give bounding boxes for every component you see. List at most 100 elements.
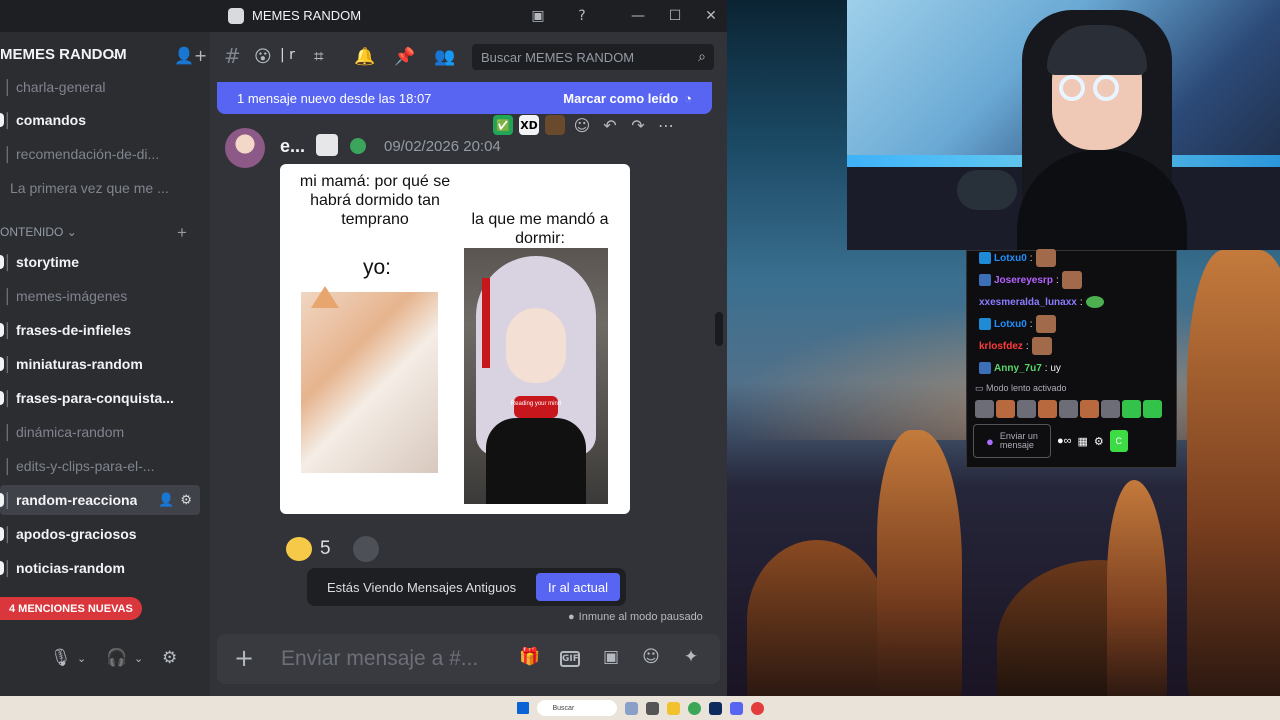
new-messages-bar[interactable]: 1 mensaje nuevo desde las 18:07 Marcar c… [217,82,712,114]
channel-item[interactable]: │ frases-de-infieles [0,315,200,345]
quick-reaction-emote[interactable] [545,115,565,135]
file-explorer-icon[interactable] [666,701,680,715]
gif-icon[interactable]: GIF [560,651,580,667]
emote-icon [1035,249,1056,267]
chevron-down-icon[interactable]: ⌄ [134,652,143,665]
channel-hash-icon: │ [3,322,13,338]
app-icon[interactable] [645,701,659,715]
chat-line: Anny_7u7 : uy [967,357,1176,379]
quick-reaction-xd[interactable]: XD [519,115,539,135]
scrollbar-thumb[interactable] [715,312,723,346]
emote-icon[interactable] [996,400,1015,418]
emote-icon[interactable] [1038,400,1057,418]
chat-line: krlosfdez : [967,335,1176,357]
avatar[interactable] [225,128,265,168]
thread-item[interactable]: La primera vez que me ... [0,173,200,203]
channel-item[interactable]: │ charla-general [0,72,200,102]
channel-item[interactable]: │ storytime [0,247,200,277]
maximize-button[interactable]: ☐ [665,6,685,26]
gift-icon[interactable]: 🎁 [519,647,541,667]
chat-text: : [1029,318,1033,330]
jump-to-present-button[interactable]: Ir al actual [536,573,620,601]
sticker-icon[interactable]: ▣ [600,647,622,667]
channel-item[interactable]: │ apodos-graciosos [0,519,200,549]
chevron-down-icon[interactable]: ⌄ [77,652,86,665]
search-input[interactable]: Buscar MEMES RANDOM ⌕ [472,44,714,70]
new-mentions-pill[interactable]: 4 MENCIONES NUEVAS [0,597,142,620]
emoji-icon[interactable]: ☺ [640,647,662,667]
app-icon[interactable] [750,701,764,715]
inbox-icon[interactable]: ▣ [528,6,548,26]
emote-picker-row[interactable] [967,400,1176,418]
windows-start-icon[interactable] [516,702,529,714]
chat-send-button[interactable]: C [1109,430,1128,452]
channel-item[interactable]: │ edits-y-clips-para-el-... [0,451,200,481]
taskbar-search[interactable]: Buscar [536,700,617,716]
channel-hash-icon: │ [3,390,13,406]
chat-input[interactable]: ● Enviar un mensaje [973,424,1051,458]
more-options-icon[interactable]: ⋯ [655,116,677,135]
emote-icon[interactable] [1122,400,1141,418]
forward-icon[interactable]: ↷ [627,116,649,135]
pin-icon[interactable]: 📌 [394,47,415,67]
invite-icon[interactable]: 👤 [158,492,174,508]
store-icon[interactable]: ▦ [1078,435,1088,448]
server-name[interactable]: MEMES RANDOM [0,46,127,63]
emote-icon[interactable] [1101,400,1120,418]
channel-name: frases-para-conquista... [16,390,174,406]
threads-icon[interactable]: ⌗ [314,47,324,67]
upload-plus-icon[interactable]: + [234,644,254,672]
help-icon[interactable]: ? [572,6,592,26]
bits-icon[interactable]: ●∞ [1057,435,1072,447]
chevron-down-icon[interactable]: ⌄ [110,48,119,61]
settings-icon[interactable]: ⚙ [1094,435,1104,448]
channel-hash-icon: │ [3,424,13,440]
reply-icon[interactable]: ↶ [599,116,621,135]
discord-taskbar-icon[interactable] [729,701,743,715]
add-reaction-icon[interactable]: ☺ [571,116,593,135]
glasses-lens [1059,75,1085,101]
stream-chat-overlay: Lotxu0 : Josereyesrp : xxesmeralda_lunax… [966,249,1177,468]
emote-icon[interactable] [1059,400,1078,418]
channel-item[interactable]: │ memes-imágenes [0,281,200,311]
add-channel-icon[interactable]: + [177,223,187,243]
gear-icon[interactable]: ⚙ [180,492,192,508]
message-author[interactable]: e... [280,136,305,157]
message-composer[interactable]: + Enviar mensaje a #... 🎁 GIF ▣ ☺ ✦ [217,634,720,684]
meme-image[interactable]: mi mamá: por qué se habrá dormido tan te… [280,164,630,514]
channel-item[interactable]: │ miniaturas-random [0,349,200,379]
bell-icon[interactable]: 🔔 [354,47,375,67]
add-reaction-button[interactable] [352,536,379,562]
channel-hash-icon: │ [3,254,13,270]
channel-hash-icon: │ [3,526,13,542]
invite-user-icon[interactable]: 👤+ [174,46,207,65]
reaction-chip[interactable]: 5 [280,534,337,564]
microphone-icon[interactable]: 🎙 [50,648,72,668]
mark-as-read-button[interactable]: Marcar como leído ◔ [563,91,692,106]
chrome-icon[interactable] [687,701,701,715]
members-icon[interactable]: 👥 [434,47,455,67]
task-view-icon[interactable] [624,701,638,715]
chat-username: Anny_7u7 [994,362,1042,374]
photoshop-icon[interactable] [708,701,722,715]
emote-icon[interactable] [975,400,994,418]
channel-item[interactable]: │ comandos [0,105,200,135]
emote-icon[interactable] [1080,400,1099,418]
close-button[interactable]: ✕ [701,6,721,26]
channel-item[interactable]: │ noticias-random [0,553,200,583]
minimize-button[interactable]: — [628,6,648,26]
channel-item[interactable]: │ dinámica-random [0,417,200,447]
channel-item[interactable]: │ frases-para-conquista... [0,383,200,413]
headphones-icon[interactable]: 🎧 [106,648,127,668]
booster-badge-icon [350,138,366,154]
channel-item[interactable]: │ recomendación-de-di... [0,139,200,169]
category-header[interactable]: ONTENIDO ⌄ + [0,223,200,243]
message-input[interactable]: Enviar mensaje a #... [281,647,478,671]
category-name: ONTENIDO [0,225,64,239]
emote-icon[interactable] [1017,400,1036,418]
gear-icon[interactable]: ⚙ [162,648,177,668]
channel-item-selected[interactable]: │ random-reacciona 👤 ⚙ [0,485,200,515]
apps-icon[interactable]: ✦ [680,647,702,667]
quick-reaction-check[interactable]: ✅ [493,115,513,135]
emote-icon[interactable] [1143,400,1162,418]
